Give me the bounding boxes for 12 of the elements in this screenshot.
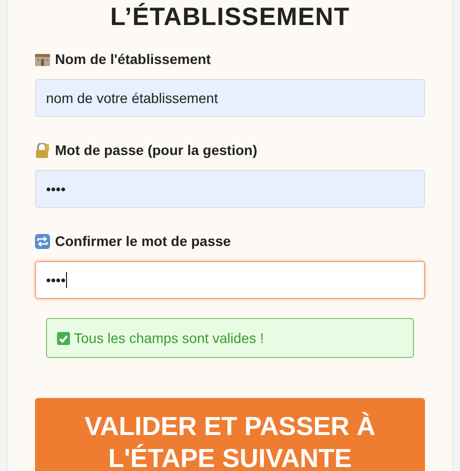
check-icon (57, 332, 70, 344)
field-label: Confirmer le mot de passe (55, 232, 231, 251)
status-message: Tous les champs sont valides ! (46, 318, 414, 358)
input-field[interactable]: •••• (35, 170, 425, 208)
repeat-icon (35, 234, 50, 248)
field-label: Mot de passe (pour la gestion) (55, 140, 258, 160)
building-icon (35, 52, 50, 66)
field-label: Nom de l'établissement (55, 50, 211, 68)
form-title: L’ÉTABLISSEMENT (109, 2, 351, 32)
input-field[interactable]: •••• (35, 261, 425, 299)
lock-icon (35, 142, 50, 158)
input-field[interactable]: nom de votre établissement (35, 79, 425, 117)
